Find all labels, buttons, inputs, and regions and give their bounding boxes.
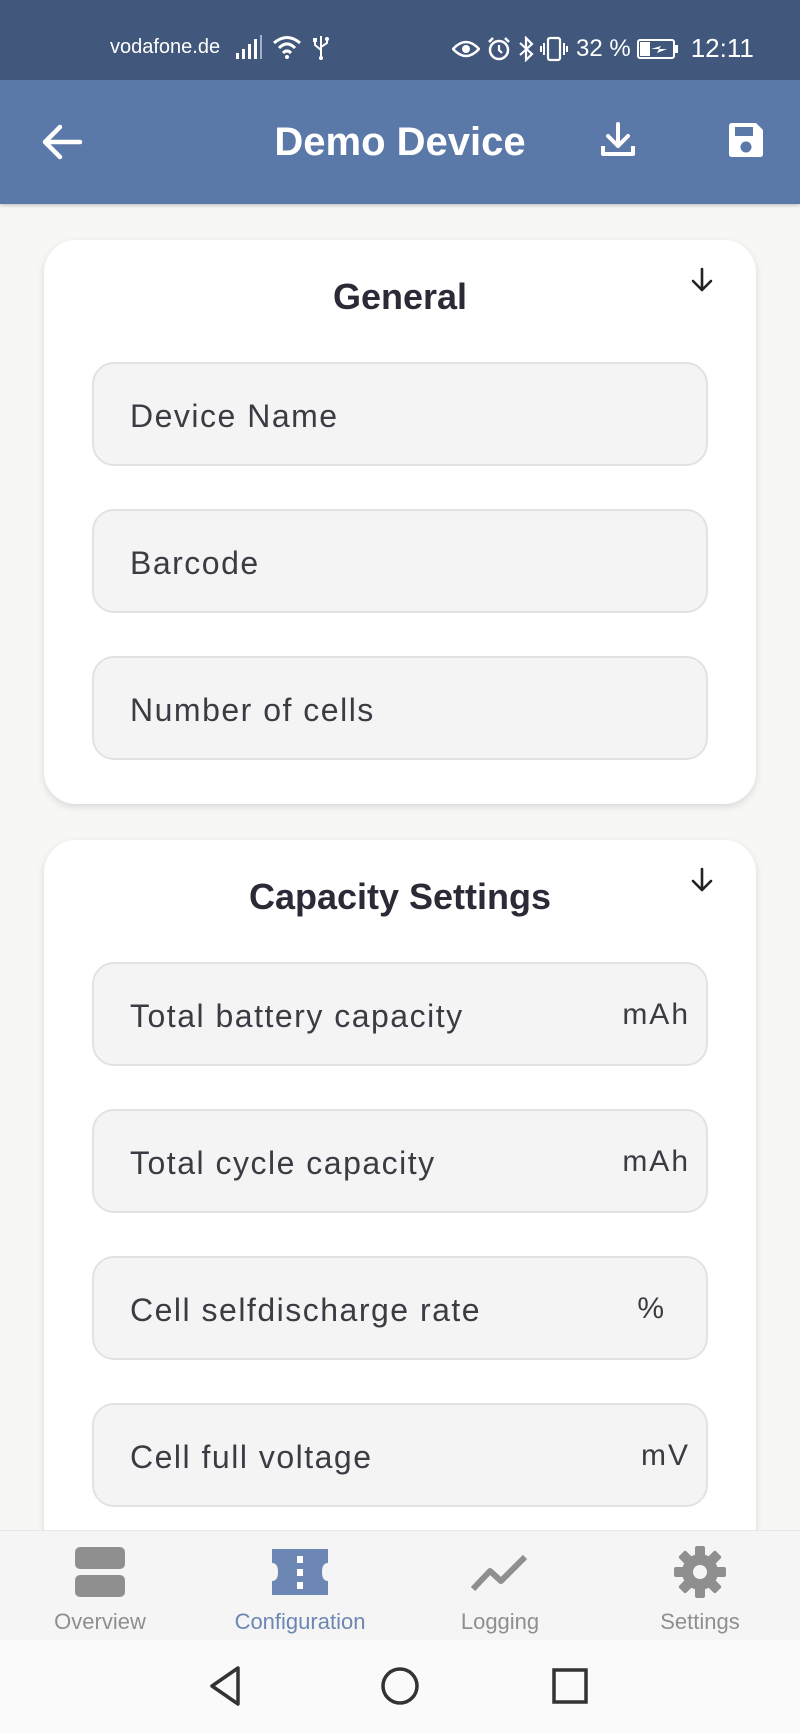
save-button[interactable] [726, 120, 766, 160]
bluetooth-icon [519, 35, 534, 62]
system-back-icon[interactable] [204, 1662, 252, 1710]
save-icon [729, 123, 763, 157]
section-title: General [332, 276, 468, 317]
nav-item-logging[interactable]: Logging [400, 1531, 600, 1641]
download-button[interactable] [598, 120, 638, 160]
field-label: Number of cells [130, 692, 375, 728]
signal-icon [236, 35, 262, 59]
system-home-icon[interactable] [376, 1662, 424, 1710]
app-bar: Demo Device [0, 80, 800, 204]
download-icon [601, 122, 635, 156]
field-unit: mAh [622, 1145, 690, 1178]
arrow-down-icon[interactable] [688, 866, 716, 894]
configuration-icon [272, 1549, 328, 1595]
nav-item-overview[interactable]: Overview [0, 1531, 200, 1641]
total-battery-capacity-field[interactable]: Total battery capacity mAh [92, 962, 708, 1066]
clock-time: 12:11 [690, 33, 754, 63]
field-label: Total battery capacity [130, 998, 464, 1034]
status-icons-left [236, 34, 330, 60]
field-label: Barcode [130, 545, 260, 581]
usb-icon [313, 36, 329, 60]
capacity-settings-section: Capacity Settings Total battery capacity… [44, 840, 756, 1560]
vibrate-icon [540, 36, 568, 61]
nav-item-configuration[interactable]: Configuration [200, 1531, 400, 1641]
total-cycle-capacity-field[interactable]: Total cycle capacity mAh [92, 1109, 708, 1213]
battery-charging-icon [636, 38, 678, 59]
field-label: Cell selfdischarge rate [130, 1292, 482, 1328]
eye-icon [452, 40, 480, 57]
barcode-field[interactable]: Barcode [92, 509, 708, 613]
nav-item-settings[interactable]: Settings [600, 1531, 800, 1641]
arrow-down-icon[interactable] [688, 266, 716, 294]
number-of-cells-field[interactable]: Number of cells [92, 656, 708, 760]
nav-label: Overview [54, 1609, 146, 1634]
field-label: Total cycle capacity [130, 1145, 436, 1181]
field-unit: mAh [622, 998, 690, 1031]
system-recents-icon[interactable] [546, 1662, 594, 1710]
system-navigation-bar [0, 1640, 800, 1733]
carrier-name: vodafone.de [110, 36, 221, 58]
field-unit: % [637, 1292, 666, 1325]
page-title: Demo Device [274, 120, 526, 164]
chart-icon [470, 1554, 528, 1592]
general-section: General Device Name Barcode Number of ce… [44, 240, 756, 804]
field-unit: mV [641, 1439, 690, 1472]
device-name-field[interactable]: Device Name [92, 362, 708, 466]
nav-label: Settings [660, 1609, 740, 1634]
section-title: Capacity Settings [248, 876, 552, 917]
bottom-navigation: Overview Configuration Logging Settings [0, 1530, 800, 1640]
status-icons-right: 32 % 12:11 [452, 33, 754, 64]
cell-full-voltage-field[interactable]: Cell full voltage mV [92, 1403, 708, 1507]
alarm-icon [488, 36, 510, 60]
cell-selfdischarge-rate-field[interactable]: Cell selfdischarge rate % [92, 1256, 708, 1360]
nav-label: Configuration [234, 1609, 366, 1634]
field-label: Device Name [130, 398, 339, 434]
field-label: Cell full voltage [130, 1439, 373, 1475]
wifi-icon [273, 36, 301, 59]
gear-icon [674, 1546, 726, 1598]
battery-percent: 32 % [576, 34, 631, 62]
nav-label: Logging [460, 1609, 540, 1634]
status-bar: vodafone.de 32 % 12:11 [0, 0, 800, 80]
overview-icon [75, 1547, 125, 1597]
